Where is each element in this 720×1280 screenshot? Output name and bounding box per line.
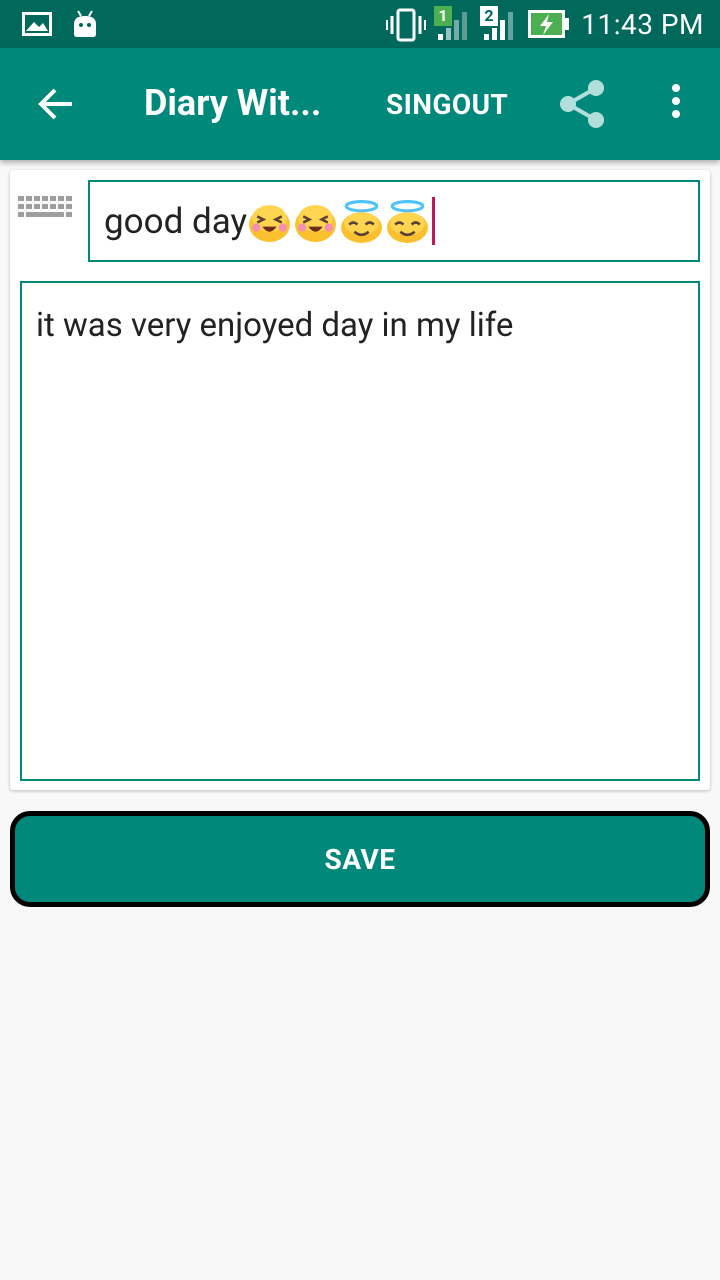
squinting-face-emoji: [249, 204, 291, 242]
title-text: good day: [104, 200, 248, 242]
app-title: Diary Wit...: [144, 82, 322, 124]
app-bar: Diary Wit... SINGOUT: [0, 48, 720, 160]
keyboard-icon[interactable]: [18, 196, 72, 226]
body-text: it was very enjoyed day in my life: [36, 306, 514, 345]
gallery-notification-icon: [22, 12, 52, 36]
more-vert-icon: [664, 84, 688, 118]
android-notification-icon: [74, 10, 96, 37]
share-button[interactable]: [556, 78, 608, 130]
diary-body-input[interactable]: it was very enjoyed day in my life: [20, 281, 700, 781]
diary-title-input[interactable]: good day: [88, 180, 700, 262]
signal-sim1-icon: 1: [434, 6, 470, 42]
save-button[interactable]: SAVE: [10, 811, 710, 907]
halo-face-emoji: [341, 199, 383, 243]
back-arrow-icon: [38, 88, 72, 120]
text-caret: [432, 197, 436, 245]
title-emojis: [247, 199, 431, 244]
more-options-button[interactable]: [664, 84, 688, 124]
battery-charging-icon: [528, 10, 569, 38]
halo-face-emoji: [387, 199, 429, 243]
share-icon: [560, 80, 604, 128]
vibrate-icon: [386, 8, 426, 42]
diary-entry-card: good day it was very enjoyed day in my l…: [10, 170, 710, 790]
back-button[interactable]: [26, 76, 86, 132]
squinting-face-emoji: [295, 204, 337, 242]
signal-sim2-icon: 2: [480, 6, 516, 42]
status-bar: 1 2 11:43 PM: [0, 0, 720, 48]
singout-button[interactable]: SINGOUT: [386, 88, 508, 121]
status-time: 11:43 PM: [581, 8, 704, 41]
save-button-label: SAVE: [324, 842, 396, 876]
